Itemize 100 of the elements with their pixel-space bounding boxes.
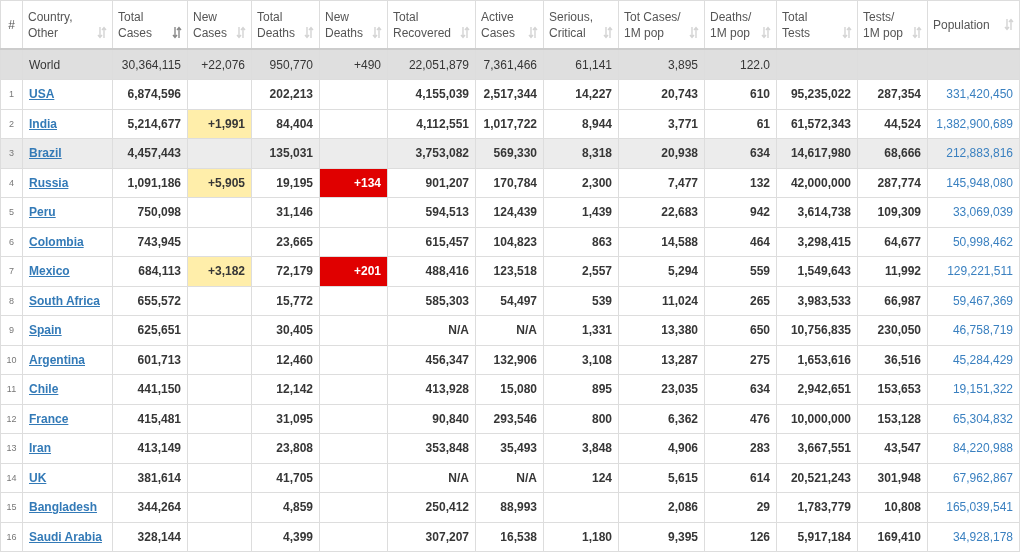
new-cases-cell: +5,905 — [187, 168, 252, 198]
new-deaths-cell: +134 — [319, 168, 388, 198]
sort-icon[interactable] — [372, 25, 382, 39]
table-cell: 1,180 — [543, 522, 619, 552]
sort-icon[interactable] — [1004, 17, 1014, 31]
rank-number: 8 — [0, 286, 23, 316]
table-cell: 124 — [543, 463, 619, 493]
table-cell: 30,405 — [251, 315, 320, 345]
table-cell: 7,361,466 — [475, 49, 544, 80]
table-cell: 7,477 — [618, 168, 705, 198]
table-cell: 4,859 — [251, 492, 320, 522]
table-cell: 88,993 — [475, 492, 544, 522]
table-cell: 2,517,344 — [475, 79, 544, 109]
table-cell: 456,347 — [387, 345, 476, 375]
table-cell: World — [22, 49, 113, 80]
table-cell: 655,572 — [112, 286, 188, 316]
table-cell: 1,331 — [543, 315, 619, 345]
sort-icon[interactable] — [842, 25, 852, 39]
table-cell: 23,665 — [251, 227, 320, 257]
table-cell: 5,214,677 — [112, 109, 188, 139]
table-cell: 275 — [704, 345, 777, 375]
table-cell: 9,395 — [618, 522, 705, 552]
country-link[interactable]: Peru — [29, 205, 56, 220]
table-cell: 441,150 — [112, 374, 188, 404]
table-cell: 64,677 — [857, 227, 928, 257]
sort-icon[interactable] — [528, 25, 538, 39]
table-cell: 132 — [704, 168, 777, 198]
table-cell: 684,113 — [112, 256, 188, 286]
country-link[interactable]: Chile — [29, 382, 59, 397]
table-cell: 3,753,082 — [387, 138, 476, 168]
table-cell: 6,874,596 — [112, 79, 188, 109]
sort-icon[interactable] — [603, 25, 613, 39]
table-cell: 170,784 — [475, 168, 544, 198]
table-cell: 95,235,022 — [776, 79, 858, 109]
table-cell: 230,050 — [857, 315, 928, 345]
sort-icon[interactable] — [304, 25, 314, 39]
table-cell: 13,380 — [618, 315, 705, 345]
table-cell: 169,410 — [857, 522, 928, 552]
sort-icon[interactable] — [172, 25, 182, 39]
table-cell: 14,227 — [543, 79, 619, 109]
table-cell: 539 — [543, 286, 619, 316]
rank-number: 7 — [0, 256, 23, 286]
table-cell: 4,399 — [251, 522, 320, 552]
sort-icon[interactable] — [689, 25, 699, 39]
table-cell: 610 — [704, 79, 777, 109]
table-cell: 488,416 — [387, 256, 476, 286]
table-cell: 54,497 — [475, 286, 544, 316]
table-cell: 30,364,115 — [112, 49, 188, 80]
table-cell: 19,195 — [251, 168, 320, 198]
table-cell: 12,142 — [251, 374, 320, 404]
table-cell: 942 — [704, 197, 777, 227]
table-cell: 2,557 — [543, 256, 619, 286]
table-cell: 1,653,616 — [776, 345, 858, 375]
table-cell: 476 — [704, 404, 777, 434]
table-cell: 15,772 — [251, 286, 320, 316]
country-link[interactable]: UK — [29, 470, 47, 485]
table-cell: 1,549,643 — [776, 256, 858, 286]
table-cell: 1,439 — [543, 197, 619, 227]
table-cell: 22,051,879 — [387, 49, 476, 80]
table-cell: 153,128 — [857, 404, 928, 434]
table-cell: 743,945 — [112, 227, 188, 257]
country-link[interactable]: India — [29, 116, 57, 131]
rank-number: 10 — [0, 345, 23, 375]
table-cell: 4,906 — [618, 433, 705, 463]
table-cell: 15,080 — [475, 374, 544, 404]
rank-number: 15 — [0, 492, 23, 522]
sort-icon[interactable] — [97, 25, 107, 39]
table-cell: 31,146 — [251, 197, 320, 227]
sort-icon[interactable] — [236, 25, 246, 39]
table-cell: 634 — [704, 374, 777, 404]
table-cell: 594,513 — [387, 197, 476, 227]
table-cell: 90,840 — [387, 404, 476, 434]
table-cell: 2,300 — [543, 168, 619, 198]
rank-number: 14 — [0, 463, 23, 493]
sort-icon[interactable] — [761, 25, 771, 39]
sort-icon[interactable] — [460, 25, 470, 39]
country-link[interactable]: Brazil — [29, 146, 62, 161]
table-cell: 29 — [704, 492, 777, 522]
table-cell: 287,774 — [857, 168, 928, 198]
table-cell: 344,264 — [112, 492, 188, 522]
table-cell: N/A — [387, 463, 476, 493]
table-cell: 13,287 — [618, 345, 705, 375]
table-cell: 3,614,738 — [776, 197, 858, 227]
table-cell: 109,309 — [857, 197, 928, 227]
table-cell: 5,917,184 — [776, 522, 858, 552]
sort-icon[interactable] — [912, 25, 922, 39]
table-cell: 10,756,835 — [776, 315, 858, 345]
table-cell: 66,987 — [857, 286, 928, 316]
table-cell: 1,091,186 — [112, 168, 188, 198]
table-cell: 3,667,551 — [776, 433, 858, 463]
table-cell: 68,666 — [857, 138, 928, 168]
table-cell: 23,808 — [251, 433, 320, 463]
country-link[interactable]: USA — [29, 87, 55, 102]
table-cell: 36,516 — [857, 345, 928, 375]
table-cell: 2,086 — [618, 492, 705, 522]
country-link[interactable]: Spain — [29, 323, 62, 338]
table-cell: 381,614 — [112, 463, 188, 493]
country-link[interactable]: Iran — [29, 441, 51, 456]
table-cell: 11,024 — [618, 286, 705, 316]
table-cell: 615,457 — [387, 227, 476, 257]
